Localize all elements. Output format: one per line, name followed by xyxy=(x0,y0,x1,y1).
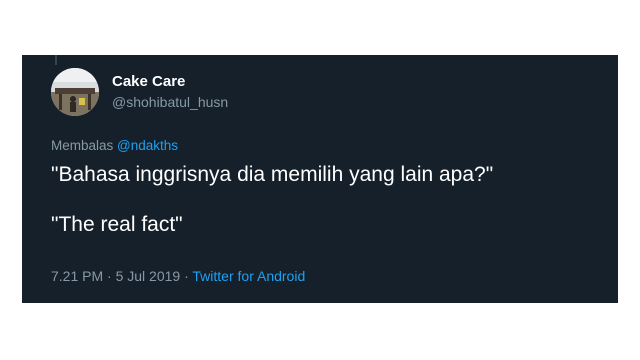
avatar-photo-icon xyxy=(51,68,99,116)
tweet-text-line: "Bahasa inggrisnya dia memilih yang lain… xyxy=(51,163,494,186)
tweet-meta: 7.21 PM · 5 Jul 2019 · Twitter for Andro… xyxy=(51,268,305,284)
meta-separator: · xyxy=(107,268,112,284)
screenshot-canvas: Cake Care @shohibatul_husn Membalas @nda… xyxy=(0,0,640,360)
avatar[interactable] xyxy=(51,68,99,116)
author-name[interactable]: Cake Care xyxy=(112,73,185,90)
reply-prefix: Membalas xyxy=(51,138,114,153)
tweet-card: Cake Care @shohibatul_husn Membalas @nda… xyxy=(22,55,618,303)
tweet-time[interactable]: 7.21 PM xyxy=(51,268,103,284)
tweet-date[interactable]: 5 Jul 2019 xyxy=(116,268,181,284)
tweet-source-link[interactable]: Twitter for Android xyxy=(192,268,305,284)
tweet-text-line: "The real fact" xyxy=(51,213,183,236)
meta-separator: · xyxy=(184,268,189,284)
thread-connector-line xyxy=(55,55,57,65)
author-handle[interactable]: @shohibatul_husn xyxy=(112,94,228,110)
reply-mention-link[interactable]: @ndakths xyxy=(117,138,178,153)
tweet-text: "Bahasa inggrisnya dia memilih yang lain… xyxy=(51,161,611,261)
reply-context: Membalas @ndakths xyxy=(51,138,178,153)
